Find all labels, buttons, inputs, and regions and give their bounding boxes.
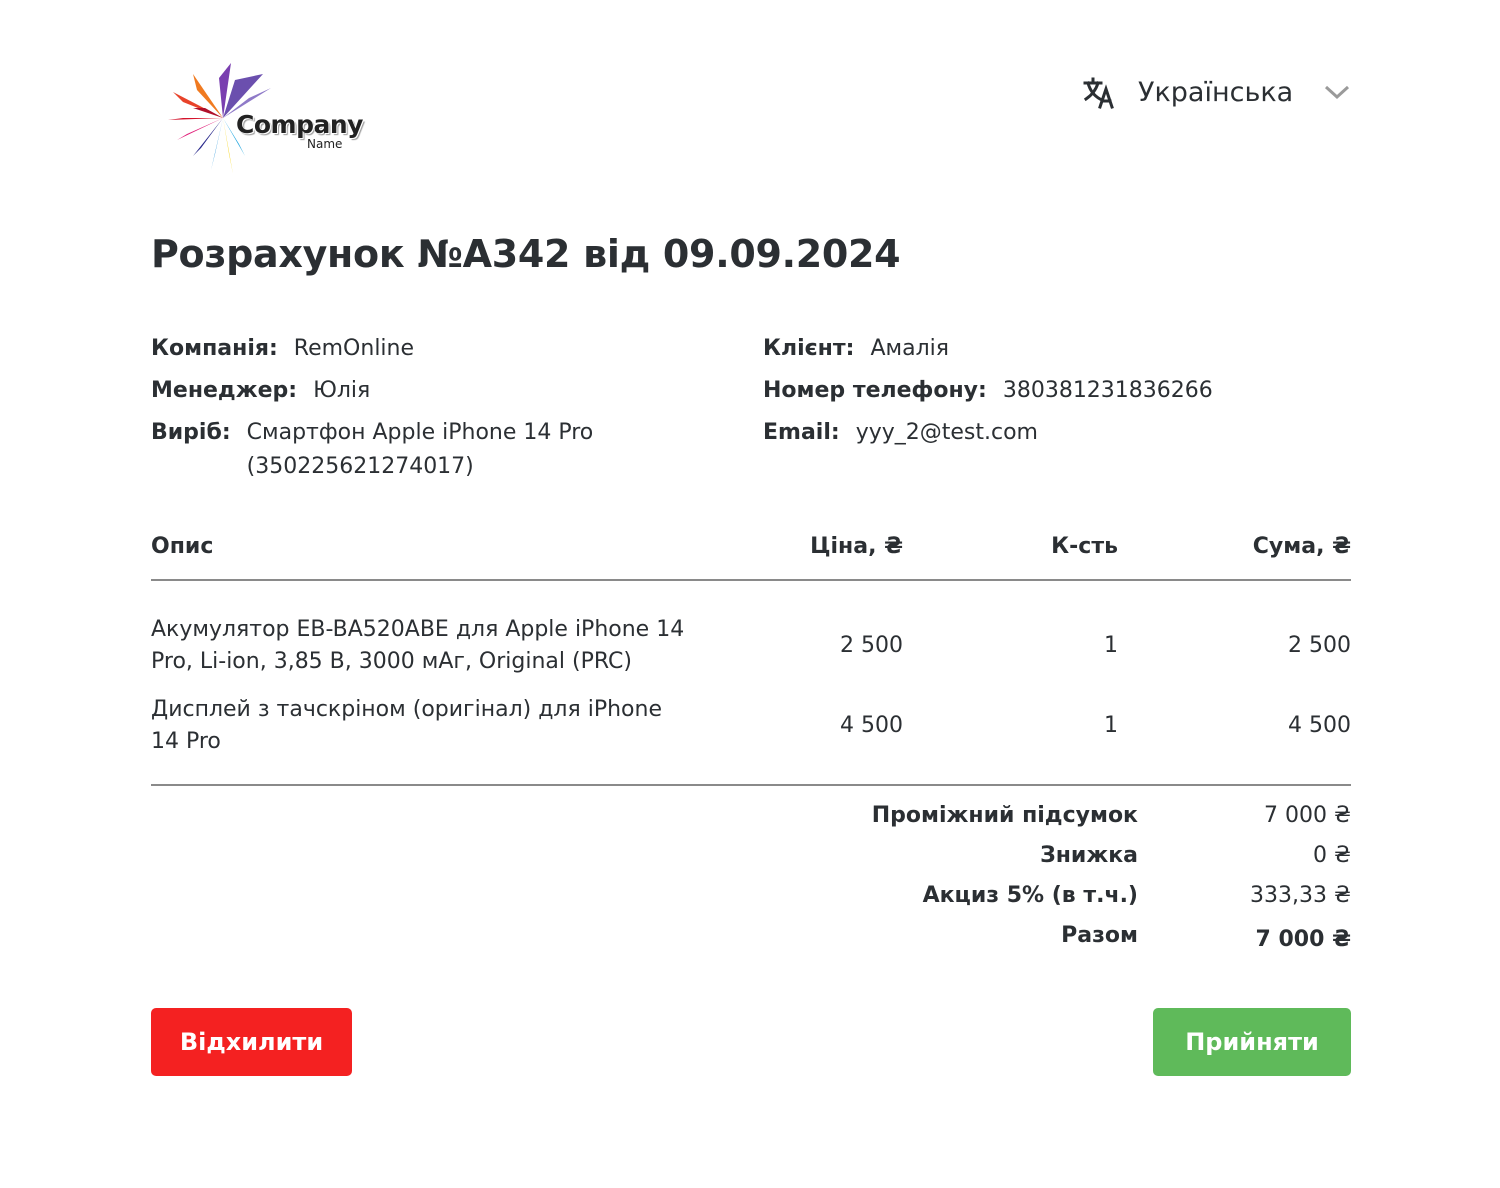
company-row: Компанія: RemOnline — [151, 332, 711, 366]
device-serial: (350225621274017) — [246, 454, 474, 479]
accept-button[interactable]: Прийняти — [1153, 1008, 1351, 1076]
excise-value: 333,33 ₴ — [1250, 883, 1351, 908]
company-value: RemOnline — [293, 336, 415, 361]
subtotal-label: Проміжний підсумок — [871, 803, 1138, 828]
total-label: Разом — [1061, 923, 1138, 948]
table-body: Акумулятор EB-BA520ABE для Apple iPhone … — [151, 581, 1351, 786]
item-sum: 2 500 — [1288, 633, 1351, 658]
column-header-sum: Сума, ₴ — [1252, 534, 1351, 559]
phone-row: Номер телефону: 380381231836266 — [763, 374, 1363, 408]
column-header-description: Опис — [151, 534, 214, 559]
logo-word: Company — [236, 110, 363, 139]
items-table: Опис Ціна, ₴ К-сть Сума, ₴ Акумулятор EB… — [151, 527, 1351, 786]
phone-value: 380381231836266 — [1002, 378, 1213, 403]
discount-value: 0 ₴ — [1312, 843, 1351, 868]
client-row: Клієнт: Амалія — [763, 332, 1363, 366]
manager-label: Менеджер: — [151, 378, 298, 403]
company-logo: Company Name — [168, 60, 378, 176]
device-value: Смартфон Apple iPhone 14 Pro (3502256212… — [247, 416, 594, 484]
table-row: Дисплей з тачскріном (оригінал) для iPho… — [151, 686, 1351, 766]
table-header: Опис Ціна, ₴ К-сть Сума, ₴ — [151, 527, 1351, 581]
discount-row: Знижка 0 ₴ — [151, 837, 1351, 877]
item-description: Дисплей з тачскріном (оригінал) для iPho… — [151, 694, 691, 758]
item-sum: 4 500 — [1288, 713, 1351, 738]
device-row: Виріб: Смартфон Apple iPhone 14 Pro (350… — [151, 416, 711, 484]
item-qty: 1 — [1104, 713, 1118, 738]
excise-label: Акциз 5% (в т.ч.) — [922, 883, 1138, 908]
email-value: yyy_2@test.com — [855, 420, 1038, 445]
subtotal-value: 7 000 ₴ — [1263, 803, 1351, 828]
invoice-info-right: Клієнт: Амалія Номер телефону: 380381231… — [763, 332, 1363, 458]
item-description-line: 14 Pro — [151, 729, 221, 754]
item-description-line: Акумулятор EB-BA520ABE для Apple iPhone … — [151, 617, 685, 642]
table-row: Акумулятор EB-BA520ABE для Apple iPhone … — [151, 606, 1351, 686]
device-label: Виріб: — [151, 420, 231, 445]
chevron-down-icon — [1325, 85, 1350, 100]
language-selector[interactable]: Українська — [1082, 72, 1351, 112]
email-label: Email: — [763, 420, 840, 445]
item-description-line: Дисплей з тачскріном (оригінал) для iPho… — [151, 697, 662, 722]
invoice-page: Company Name Українська Розрахунок №A342… — [0, 0, 1500, 1188]
manager-value: Юлія — [313, 378, 371, 403]
translate-icon — [1083, 77, 1114, 109]
email-row: Email: yyy_2@test.com — [763, 416, 1363, 450]
total-value: 7 000 ₴ — [1255, 927, 1351, 952]
logo-subtitle: Name — [307, 137, 343, 151]
client-label: Клієнт: — [763, 336, 855, 361]
item-price: 4 500 — [840, 713, 903, 738]
language-label: Українська — [1138, 76, 1294, 108]
discount-label: Знижка — [1040, 843, 1138, 868]
subtotal-row: Проміжний підсумок 7 000 ₴ — [151, 797, 1351, 837]
client-value: Амалія — [870, 336, 949, 361]
invoice-info-left: Компанія: RemOnline Менеджер: Юлія Виріб… — [151, 332, 711, 492]
excise-row: Акциз 5% (в т.ч.) 333,33 ₴ — [151, 877, 1351, 917]
item-description-line: Pro, Li-ion, 3,85 B, 3000 мАг, Original … — [151, 649, 632, 674]
item-description: Акумулятор EB-BA520ABE для Apple iPhone … — [151, 614, 691, 678]
column-header-price: Ціна, ₴ — [810, 534, 903, 559]
page-title: Розрахунок №A342 від 09.09.2024 — [151, 232, 901, 276]
phone-label: Номер телефону: — [763, 378, 987, 403]
column-header-qty: К-сть — [1051, 534, 1118, 559]
company-label: Компанія: — [151, 336, 278, 361]
item-price: 2 500 — [840, 633, 903, 658]
total-row: Разом 7 000 ₴ — [151, 917, 1351, 957]
totals-section: Проміжний підсумок 7 000 ₴ Знижка 0 ₴ Ак… — [151, 797, 1351, 957]
reject-button[interactable]: Відхилити — [151, 1008, 352, 1076]
item-qty: 1 — [1104, 633, 1118, 658]
device-name: Смартфон Apple iPhone 14 Pro — [246, 420, 594, 445]
manager-row: Менеджер: Юлія — [151, 374, 711, 408]
